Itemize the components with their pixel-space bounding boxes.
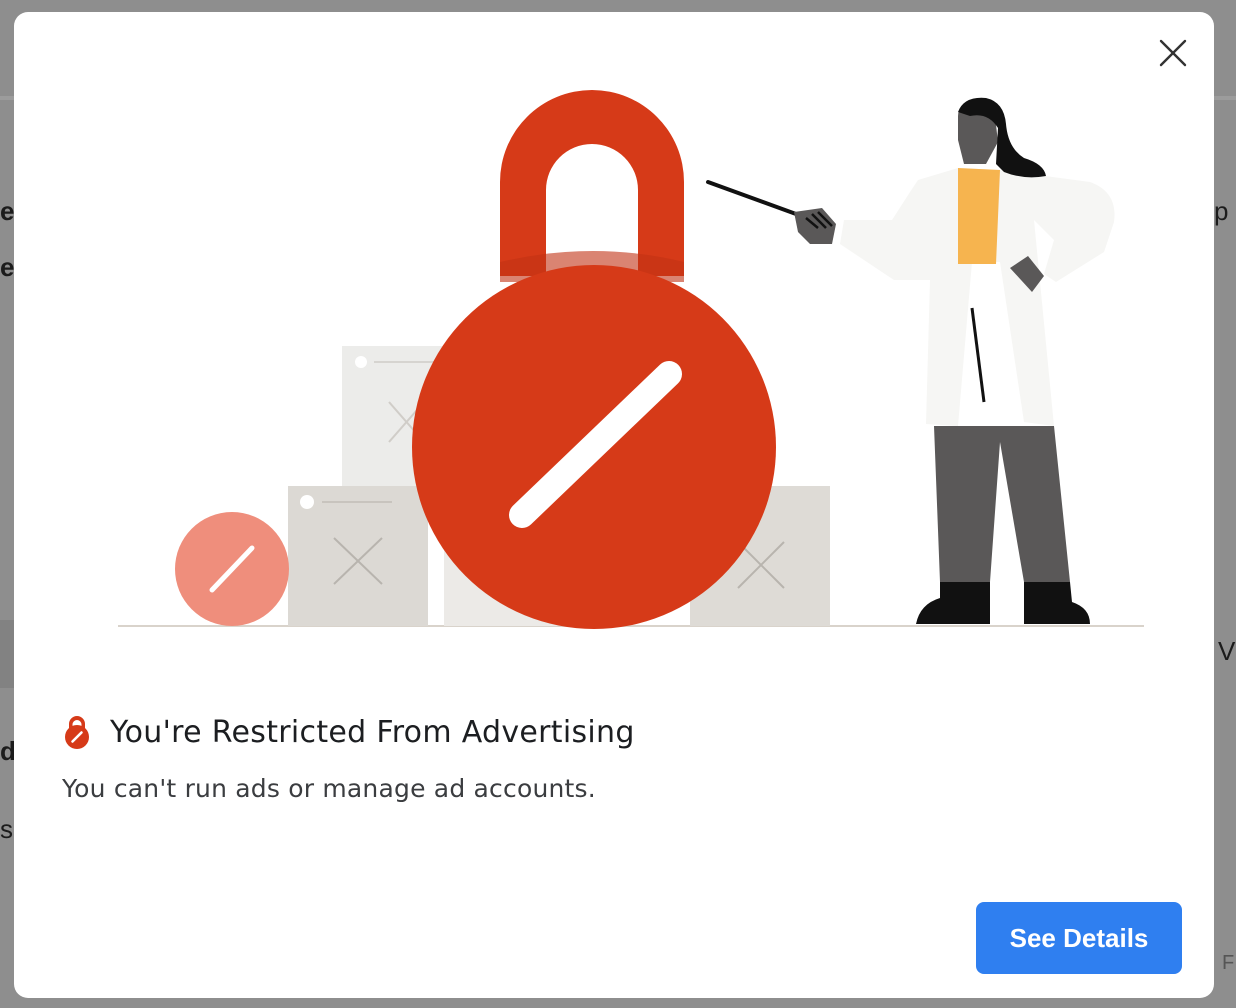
background-text: V — [1218, 636, 1236, 666]
restricted-illustration — [118, 90, 1144, 629]
background-text: e — [0, 252, 14, 282]
background-text: F — [1222, 952, 1235, 974]
background-text: p — [1214, 196, 1229, 226]
restriction-dialog: You're Restricted From Advertising You c… — [14, 12, 1214, 998]
dialog-title-row: You're Restricted From Advertising — [62, 714, 635, 750]
background-text: d — [0, 736, 14, 766]
background-divider — [0, 96, 14, 100]
background-divider — [1214, 96, 1236, 100]
small-restricted-circle — [175, 512, 289, 626]
dialog-title: You're Restricted From Advertising — [110, 714, 635, 750]
background-text: s — [0, 814, 13, 844]
large-lock-icon — [412, 90, 776, 629]
lock-restricted-icon — [65, 716, 89, 749]
background-block — [0, 620, 14, 688]
see-details-button[interactable]: See Details — [976, 902, 1182, 974]
background-text: e — [0, 196, 14, 226]
dialog-description: You can't run ads or manage ad accounts. — [62, 774, 596, 803]
placeholder-box-left — [288, 486, 428, 626]
